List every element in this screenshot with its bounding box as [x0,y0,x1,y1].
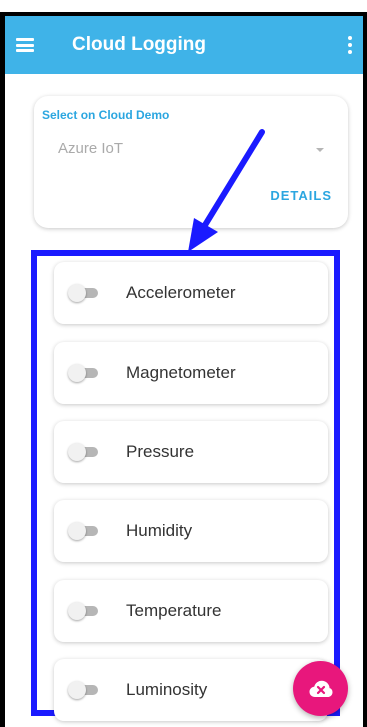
menu-button[interactable] [16,35,42,55]
menu-icon [16,38,34,52]
sensor-row-humidity: Humidity [54,500,328,562]
sensor-label: Humidity [126,521,193,540]
sensor-label: Luminosity [126,680,208,699]
sensor-row-accelerometer: Accelerometer [54,262,328,324]
sensor-label: Magnetometer [126,363,236,382]
frame-right-border [363,12,367,727]
humidity-toggle[interactable] [68,522,100,540]
sensor-label: Accelerometer [126,283,236,302]
luminosity-toggle[interactable] [68,681,100,699]
cloud-select-label: Select on Cloud Demo [42,108,170,122]
app-title: Cloud Logging [72,34,207,55]
annotation-arrow [188,129,265,252]
phone-screen: Cloud Logging Select on Cloud Demo Azure… [0,0,367,727]
pressure-toggle[interactable] [68,443,100,461]
sensor-label: Pressure [126,442,195,461]
sensor-row-luminosity: Luminosity [54,659,328,721]
app-bar: Cloud Logging [5,16,363,74]
dropdown-caret-icon[interactable] [316,148,324,152]
cloud-select-dropdown[interactable]: Azure IoT [58,140,123,157]
accelerometer-toggle[interactable] [68,284,100,302]
frame-left-border [0,12,5,727]
details-button[interactable]: DETAILS [270,188,332,203]
cloud-upload-fab[interactable] [293,661,348,716]
magnetometer-toggle[interactable] [68,364,100,382]
temperature-toggle[interactable] [68,602,100,620]
more-vert-icon[interactable] [347,36,353,54]
sensor-row-temperature: Temperature [54,580,328,642]
sensor-row-pressure: Pressure [54,421,328,483]
sensor-label: Temperature [126,601,222,620]
cloud-off-icon [309,680,332,697]
sensor-row-magnetometer: Magnetometer [54,342,328,404]
